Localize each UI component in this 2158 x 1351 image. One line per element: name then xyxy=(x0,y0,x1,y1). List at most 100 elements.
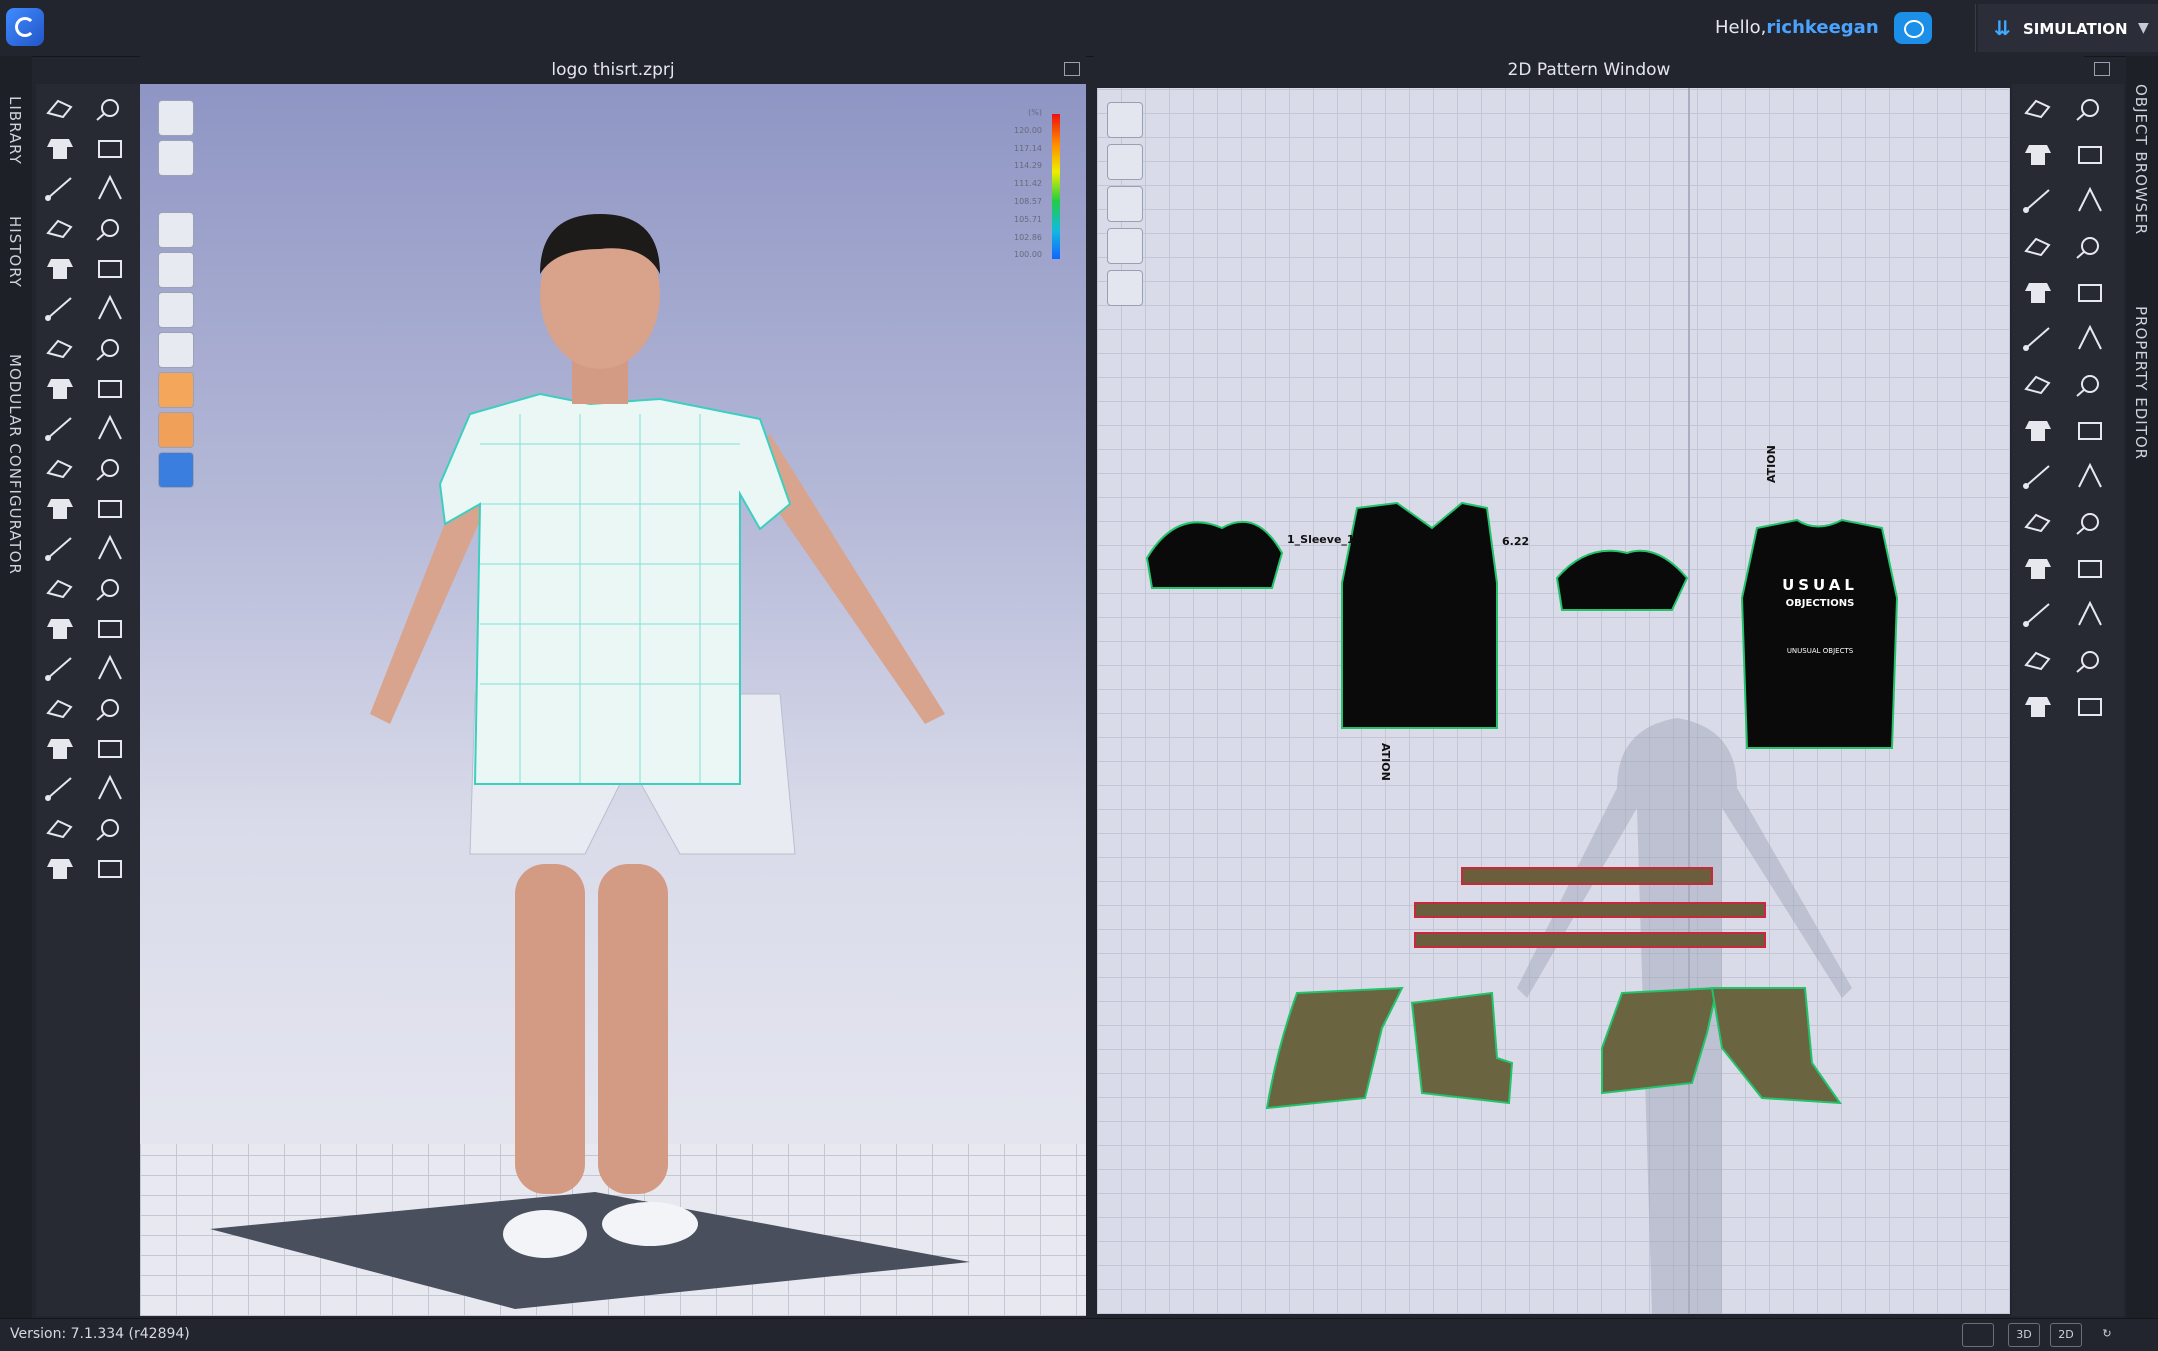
piping-icon[interactable] xyxy=(38,528,82,568)
internal-shape-icon[interactable] xyxy=(2068,180,2112,220)
transform-pattern-icon[interactable] xyxy=(38,128,82,168)
pattern-visibility-icon[interactable] xyxy=(1107,102,1143,138)
shorts-front-left-piece[interactable] xyxy=(1265,986,1404,1110)
text-icon[interactable] xyxy=(2016,502,2060,542)
back-bodice-piece[interactable] xyxy=(1740,518,1899,749)
buttonhole-icon[interactable] xyxy=(88,448,132,488)
refresh-icon[interactable]: ↻ xyxy=(2092,1323,2122,1345)
sheet-add-icon[interactable] xyxy=(2068,640,2112,680)
add-point-icon[interactable] xyxy=(2068,134,2112,174)
offset-icon[interactable] xyxy=(2068,318,2112,358)
fold-arrangement-icon[interactable] xyxy=(38,168,82,208)
username-link[interactable]: richkeegan xyxy=(1766,17,1878,38)
annotation-icon[interactable] xyxy=(2016,640,2060,680)
shirt-display-icon[interactable] xyxy=(1107,144,1143,180)
avatar-measure-icon[interactable] xyxy=(38,328,82,368)
front-bodice-piece[interactable] xyxy=(1341,501,1498,729)
shirring-icon[interactable] xyxy=(38,648,82,688)
environment-icon[interactable] xyxy=(158,452,194,488)
neck-binding-strip[interactable] xyxy=(1461,867,1713,885)
tab-property-editor[interactable]: PROPERTY EDITOR xyxy=(2126,306,2158,460)
mode-selector-button[interactable]: ⇊ SIMULATION ▼ xyxy=(1978,4,2158,52)
info-icon[interactable] xyxy=(1107,186,1143,222)
shirt-display-icon[interactable] xyxy=(158,140,194,176)
seam-allowance-icon[interactable] xyxy=(2016,364,2060,404)
3d-view-button[interactable]: 3D xyxy=(2008,1323,2040,1347)
texture-view-icon[interactable] xyxy=(158,332,194,368)
cloth-weight-icon[interactable] xyxy=(38,768,82,808)
waistband-strip-1[interactable] xyxy=(1414,902,1766,918)
notch-icon[interactable] xyxy=(2068,272,2112,312)
lasso-icon[interactable] xyxy=(38,728,82,768)
tab-object-browser[interactable]: OBJECT BROWSER xyxy=(2126,84,2158,235)
curve-icon[interactable] xyxy=(2016,180,2060,220)
steam-icon[interactable] xyxy=(38,848,82,888)
lock-icon[interactable] xyxy=(1107,270,1143,306)
stretch-icon[interactable] xyxy=(88,688,132,728)
sewing-segment-icon[interactable] xyxy=(38,248,82,288)
wrinkle-icon[interactable] xyxy=(88,648,132,688)
pin-icon[interactable] xyxy=(88,208,132,248)
arrangement-icon[interactable] xyxy=(88,168,132,208)
sleeve-piece-2[interactable] xyxy=(1555,549,1689,611)
block-icon[interactable] xyxy=(2068,686,2112,726)
sewing-free-icon[interactable] xyxy=(88,248,132,288)
shorts-back-right-piece[interactable] xyxy=(1710,987,1843,1105)
app-logo-icon[interactable] xyxy=(6,8,44,46)
garment-view-icon[interactable] xyxy=(158,100,194,136)
trace-icon[interactable] xyxy=(2016,318,2060,358)
split-view-icon[interactable] xyxy=(1962,1323,1994,1347)
edit-pattern-icon[interactable] xyxy=(2016,88,2060,128)
puckering-icon[interactable] xyxy=(38,568,82,608)
select-move-icon[interactable] xyxy=(38,88,82,128)
cut-icon[interactable] xyxy=(2016,410,2060,450)
popout-icon[interactable] xyxy=(1064,62,1080,76)
fold-2d-icon[interactable] xyxy=(2016,686,2060,726)
symmetric-icon[interactable] xyxy=(2068,364,2112,404)
garment-fit-icon[interactable] xyxy=(88,328,132,368)
tab-modular-configurator[interactable]: MODULAR CONFIGURATOR xyxy=(0,354,32,575)
measure-3d-icon[interactable] xyxy=(88,408,132,448)
rectangle-icon[interactable] xyxy=(2016,226,2060,266)
waistband-strip-2[interactable] xyxy=(1414,932,1766,948)
grading-icon[interactable] xyxy=(2068,548,2112,588)
tape-icon[interactable] xyxy=(38,608,82,648)
baseline-icon[interactable] xyxy=(2016,456,2060,496)
button-icon[interactable] xyxy=(38,448,82,488)
edit-point-icon[interactable] xyxy=(2016,134,2060,174)
text-large-icon[interactable] xyxy=(2068,502,2112,542)
ruler-icon[interactable] xyxy=(2016,594,2060,634)
graphic-icon[interactable] xyxy=(2016,548,2060,588)
tab-library[interactable]: LIBRARY xyxy=(0,96,32,165)
elastic-icon[interactable] xyxy=(88,608,132,648)
edit-sewing-icon[interactable] xyxy=(38,288,82,328)
topstitch-icon[interactable] xyxy=(88,488,132,528)
3d-viewport[interactable]: (%) 120.00 117.14 114.29 111.42 108.57 1… xyxy=(140,84,1086,1316)
cloth-fold-icon[interactable] xyxy=(88,768,132,808)
texture-icon[interactable] xyxy=(2068,456,2112,496)
strain-map-icon[interactable] xyxy=(158,372,194,408)
shirt-visibility-icon[interactable] xyxy=(158,212,194,248)
select-mesh-icon[interactable] xyxy=(88,88,132,128)
tack-icon[interactable] xyxy=(38,208,82,248)
strap-icon[interactable] xyxy=(38,808,82,848)
2d-pattern-viewport[interactable]: 1_Sleeve_1 6.22 ATION ATION USUAL OBJECT… xyxy=(1097,88,2010,1314)
sharp-icon[interactable] xyxy=(88,848,132,888)
pleats-icon[interactable] xyxy=(38,368,82,408)
zipper-icon[interactable] xyxy=(38,488,82,528)
stitch-view-icon[interactable] xyxy=(158,252,194,288)
dart-icon[interactable] xyxy=(2016,272,2060,312)
2d-view-button[interactable]: 2D xyxy=(2050,1323,2082,1347)
check-sewing-icon[interactable] xyxy=(88,288,132,328)
edit-curve-icon[interactable] xyxy=(88,128,132,168)
popout-icon[interactable] xyxy=(2094,62,2110,76)
trim-3d-icon[interactable] xyxy=(38,408,82,448)
circle-icon[interactable] xyxy=(2068,226,2112,266)
sleeve-piece-1[interactable] xyxy=(1145,520,1284,589)
transform-2d-icon[interactable] xyxy=(2068,88,2112,128)
shorts-back-left-piece[interactable] xyxy=(1410,991,1514,1105)
avatar-display-icon[interactable] xyxy=(158,292,194,328)
bond-icon[interactable] xyxy=(88,568,132,608)
gather-icon[interactable] xyxy=(88,368,132,408)
wash-icon[interactable] xyxy=(2068,594,2112,634)
